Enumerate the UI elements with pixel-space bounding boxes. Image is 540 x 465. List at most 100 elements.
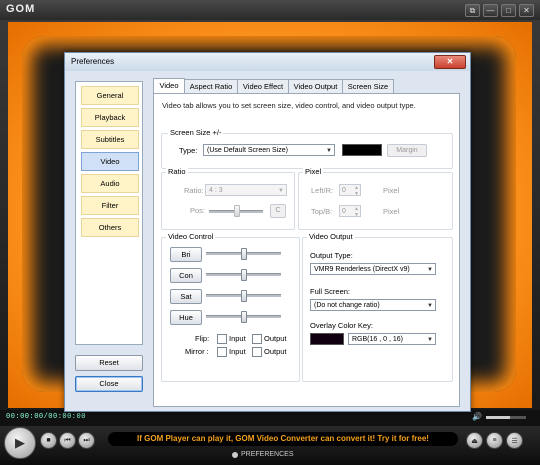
chevron-down-icon: ▼ — [278, 188, 284, 194]
maximize-icon[interactable]: □ — [501, 4, 516, 17]
player-titlebar[interactable]: GOM ⧉ — □ ✕ — [0, 0, 540, 20]
screen-size-color-swatch[interactable] — [342, 144, 382, 156]
contrast-slider-thumb[interactable] — [240, 269, 247, 281]
volume-level — [486, 416, 510, 419]
dialog-close-button[interactable]: ✕ — [434, 55, 466, 69]
hue-button[interactable]: Hue — [170, 310, 202, 325]
tab-video-effect[interactable]: Video Effect — [237, 79, 289, 93]
flip-input-checkbox[interactable] — [217, 334, 227, 344]
ratio-group: Ratio Ratio: 4 : 3 ▼ Pos: C — [161, 167, 295, 230]
left-right-spinner[interactable]: 0 ▲ ▼ — [339, 184, 361, 197]
tab-aspect-ratio[interactable]: Aspect Ratio — [184, 79, 238, 93]
playlist-icon: ≡ — [492, 437, 497, 444]
sidebar-item-others[interactable]: Others — [81, 218, 139, 237]
full-screen-select[interactable]: (Do not change ratio) ▼ — [310, 299, 436, 311]
preferences-shortcut[interactable]: PREFERENCES — [232, 451, 294, 458]
flip-output-label: Output — [264, 334, 287, 343]
dialog-titlebar[interactable]: Preferences ✕ — [65, 53, 470, 71]
skin-icon[interactable]: ⧉ — [465, 4, 480, 17]
playlist-button[interactable]: ≡ — [486, 432, 503, 449]
overlay-color-value: RGB(16 , 0 , 16) — [352, 336, 403, 343]
pos-slider-thumb[interactable] — [234, 205, 240, 217]
mirror-label: Mirror : — [185, 347, 209, 356]
top-bottom-spinner[interactable]: 0 ▲ ▼ — [339, 205, 361, 218]
speaker-icon[interactable]: 🔊 — [472, 412, 482, 421]
spinner-arrows-icon: ▲ ▼ — [354, 206, 359, 218]
mirror-input-checkbox[interactable] — [217, 347, 227, 357]
video-control-legend: Video Control — [166, 232, 216, 241]
preferences-dialog: Preferences ✕ General Playback Subtitles… — [64, 52, 471, 412]
left-right-label: Left/R: — [311, 186, 334, 195]
chevron-down-icon: ▼ — [427, 337, 433, 343]
chevron-down-icon: ▼ — [427, 267, 433, 273]
dialog-title: Preferences — [71, 57, 115, 66]
ratio-select[interactable]: 4 : 3 ▼ — [205, 184, 287, 196]
overlay-color-swatch[interactable] — [310, 333, 344, 345]
tab-description: Video tab allows you to set screen size,… — [162, 101, 416, 110]
sidebar-item-general[interactable]: General — [81, 86, 139, 105]
sidebar-item-audio[interactable]: Audio — [81, 174, 139, 193]
sidebar-item-video[interactable]: Video — [81, 152, 139, 171]
pos-center-button[interactable]: C — [270, 204, 286, 218]
menu-icon: ☰ — [511, 437, 518, 445]
chevron-down-icon: ▼ — [326, 148, 332, 154]
tab-video[interactable]: Video — [153, 78, 185, 94]
left-right-value: 0 — [342, 187, 346, 194]
overlay-color-select[interactable]: RGB(16 , 0 , 16) ▼ — [348, 333, 436, 345]
stop-button[interactable]: ■ — [40, 432, 57, 449]
close-icon[interactable]: ✕ — [519, 4, 534, 17]
left-right-unit: Pixel — [383, 186, 400, 195]
video-output-legend: Video Output — [307, 232, 355, 241]
video-output-group: Video Output Output Type: VMR9 Renderles… — [302, 232, 453, 382]
chevron-down-icon: ▼ — [427, 303, 433, 309]
screen-size-type-select[interactable]: (Use Default Screen Size) ▼ — [203, 144, 335, 156]
video-tab-panel: Video tab allows you to set screen size,… — [153, 93, 460, 407]
saturation-slider-thumb[interactable] — [240, 290, 247, 302]
promo-marquee[interactable]: If GOM Player can play it, GOM Video Con… — [108, 432, 458, 446]
reset-button[interactable]: Reset — [75, 355, 143, 371]
ratio-label: Ratio: — [184, 186, 204, 195]
output-type-label: Output Type: — [310, 251, 353, 260]
top-bottom-value: 0 — [342, 208, 346, 215]
pos-label: Pos: — [190, 206, 206, 215]
brightness-button[interactable]: Bri — [170, 247, 202, 262]
mirror-input-label: Input — [229, 347, 246, 356]
volume-slider[interactable] — [486, 416, 526, 419]
gear-icon — [232, 451, 238, 458]
brightness-slider-thumb[interactable] — [240, 248, 247, 260]
overlay-color-key-label: Overlay Color Key: — [310, 321, 373, 330]
next-button[interactable]: ⏭ — [78, 432, 95, 449]
tab-screen-size[interactable]: Screen Size — [342, 79, 394, 93]
tab-video-output[interactable]: Video Output — [288, 79, 343, 93]
minimize-icon[interactable]: — — [483, 4, 498, 17]
menu-button[interactable]: ☰ — [506, 432, 523, 449]
margin-button[interactable]: Margin — [387, 144, 427, 157]
time-display: 00:00:00/00:00:00 — [6, 413, 86, 421]
play-icon: ▶ — [15, 435, 25, 450]
sidebar-item-playback[interactable]: Playback — [81, 108, 139, 127]
next-icon: ⏭ — [83, 436, 90, 444]
ratio-value: 4 : 3 — [209, 187, 223, 194]
sidebar-item-filter[interactable]: Filter — [81, 196, 139, 215]
contrast-button[interactable]: Con — [170, 268, 202, 283]
category-sidebar: General Playback Subtitles Video Audio F… — [75, 81, 143, 345]
ratio-legend: Ratio — [166, 167, 188, 176]
sidebar-item-subtitles[interactable]: Subtitles — [81, 130, 139, 149]
mirror-output-label: Output — [264, 347, 287, 356]
previous-button[interactable]: ⏮ — [59, 432, 76, 449]
eject-icon: ⏏ — [471, 437, 478, 445]
play-button[interactable]: ▶ — [4, 427, 36, 459]
output-type-select[interactable]: VMR9 Renderless (DirectX v9) ▼ — [310, 263, 436, 275]
output-type-value: VMR9 Renderless (DirectX v9) — [314, 266, 410, 273]
open-button[interactable]: ⏏ — [466, 432, 483, 449]
seek-bar[interactable]: 00:00:00/00:00:00 🔊 — [0, 410, 540, 426]
pixel-legend: Pixel — [303, 167, 324, 176]
mirror-output-checkbox[interactable] — [252, 347, 262, 357]
top-bottom-label: Top/B: — [311, 207, 333, 216]
flip-output-checkbox[interactable] — [252, 334, 262, 344]
saturation-button[interactable]: Sat — [170, 289, 202, 304]
previous-icon: ⏮ — [64, 436, 71, 444]
close-button[interactable]: Close — [75, 376, 143, 392]
gom-logo: GOM — [6, 3, 36, 15]
hue-slider-thumb[interactable] — [240, 311, 247, 323]
